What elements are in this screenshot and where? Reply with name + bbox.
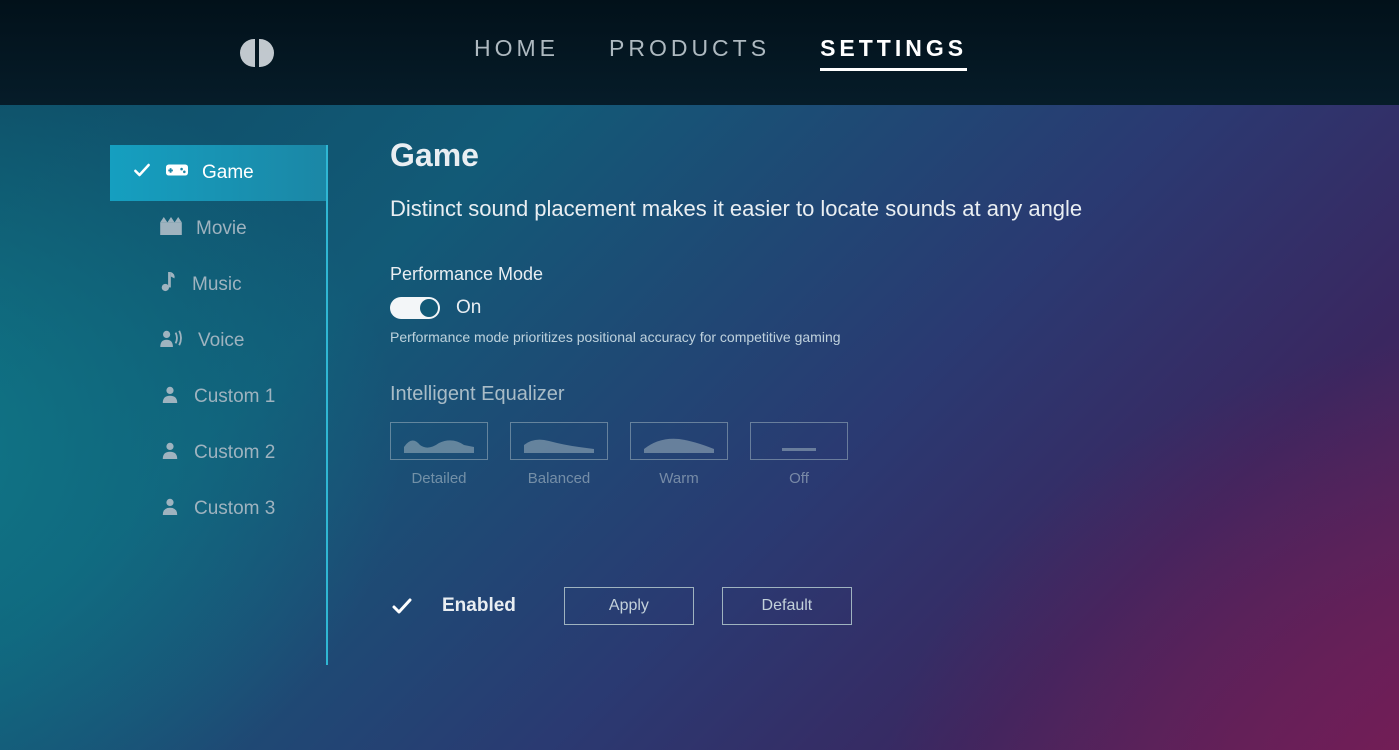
enabled-label: Enabled [442, 595, 516, 617]
sidebar-item-label: Voice [198, 330, 244, 352]
top-bar: HOME PRODUCTS SETTINGS [0, 0, 1399, 105]
nav-settings[interactable]: SETTINGS [820, 35, 967, 71]
person-icon [160, 497, 180, 521]
sidebar-item-label: Game [202, 162, 254, 184]
sidebar-item-label: Custom 2 [194, 442, 275, 464]
nav-products[interactable]: PRODUCTS [609, 35, 770, 71]
sidebar-item-custom-2[interactable]: Custom 2 [110, 425, 326, 481]
eq-curve-warm-icon [644, 435, 714, 453]
sidebar-item-voice[interactable]: Voice [110, 313, 326, 369]
sidebar-item-custom-1[interactable]: Custom 1 [110, 369, 326, 425]
movie-icon [160, 217, 182, 241]
eq-option-label: Off [750, 470, 848, 487]
apply-button[interactable]: Apply [564, 587, 694, 625]
brand-logo-icon [240, 39, 274, 67]
performance-mode-toggle[interactable] [390, 297, 440, 319]
sidebar-item-label: Movie [196, 218, 247, 240]
equalizer-label: Intelligent Equalizer [390, 383, 1290, 406]
eq-curve-off-icon [764, 435, 834, 453]
sidebar-item-label: Custom 1 [194, 386, 275, 408]
top-nav: HOME PRODUCTS SETTINGS [474, 35, 967, 71]
sidebar-item-label: Custom 3 [194, 498, 275, 520]
sidebar-item-game[interactable]: Game [110, 145, 326, 201]
eq-option-label: Detailed [390, 470, 488, 487]
eq-option-off[interactable]: Off [750, 422, 848, 487]
check-icon [132, 160, 152, 186]
voice-icon [160, 329, 184, 353]
settings-panel: Game Distinct sound placement makes it e… [390, 137, 1290, 625]
eq-option-detailed[interactable]: Detailed [390, 422, 488, 487]
performance-mode-state: On [456, 297, 481, 319]
sidebar-item-custom-3[interactable]: Custom 3 [110, 481, 326, 537]
performance-mode-label: Performance Mode [390, 264, 1290, 285]
eq-option-label: Warm [630, 470, 728, 487]
sidebar-item-label: Music [192, 274, 242, 296]
eq-option-balanced[interactable]: Balanced [510, 422, 608, 487]
sidebar-item-movie[interactable]: Movie [110, 201, 326, 257]
gamepad-icon [166, 162, 188, 184]
sidebar-item-music[interactable]: Music [110, 257, 326, 313]
equalizer-options: Detailed Balanced Warm Off [390, 422, 1290, 487]
enabled-check-icon [390, 594, 414, 618]
default-button[interactable]: Default [722, 587, 852, 625]
eq-curve-detailed-icon [404, 435, 474, 453]
eq-curve-balanced-icon [524, 435, 594, 453]
profile-sidebar: Game Movie Music Voice Custom 1 [110, 145, 328, 665]
music-icon [160, 272, 178, 298]
page-title: Game [390, 137, 1290, 174]
eq-option-label: Balanced [510, 470, 608, 487]
page-description: Distinct sound placement makes it easier… [390, 196, 1290, 222]
person-icon [160, 441, 180, 465]
nav-home[interactable]: HOME [474, 35, 559, 71]
person-icon [160, 385, 180, 409]
performance-mode-hint: Performance mode prioritizes positional … [390, 329, 1290, 345]
eq-option-warm[interactable]: Warm [630, 422, 728, 487]
